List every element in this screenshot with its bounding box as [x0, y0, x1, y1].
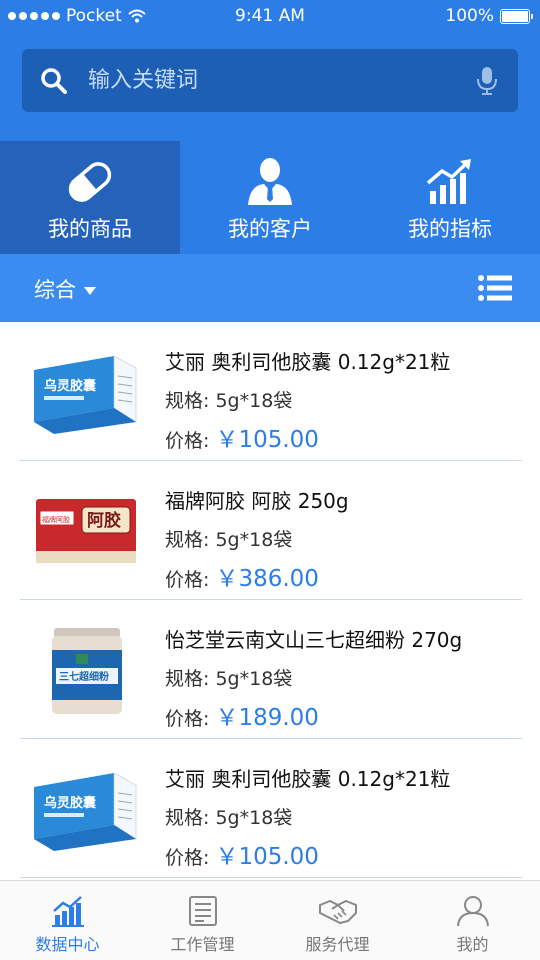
battery-label: 100% — [445, 6, 494, 26]
product-spec: 规格: 5g*18袋 — [165, 525, 292, 552]
header: Pocket 9:41 AM 100% 输入关键词 我的商品 我的客户 我的指标… — [0, 0, 540, 322]
product-image: 乌灵胶囊 — [34, 355, 137, 434]
tabbar-item-service-agent[interactable]: 服务代理 — [270, 881, 405, 960]
status-bar: Pocket 9:41 AM 100% — [0, 0, 540, 34]
tabbar-item-profile[interactable]: 我的 — [405, 881, 540, 960]
price-label: 价格: — [165, 708, 210, 730]
spec-value: 5g*18袋 — [215, 390, 293, 412]
microphone-icon[interactable] — [476, 66, 498, 96]
search-icon[interactable] — [40, 67, 68, 95]
chart-trend-icon — [426, 159, 471, 204]
product-item[interactable]: 三七超细粉 怡芝堂云南文山三七超细粉 270g 规格: 5g*18袋 价格: ￥… — [0, 600, 540, 739]
product-spec: 规格: 5g*18袋 — [165, 664, 292, 691]
product-name: 福牌阿胶 阿胶 250g — [165, 489, 349, 513]
data-center-icon — [51, 896, 84, 927]
product-price: 价格: ￥105.00 — [165, 420, 319, 454]
product-image: 三七超细粉 — [52, 628, 122, 714]
price-value: ￥189.00 — [215, 705, 319, 731]
product-name: 艾丽 奥利司他胶囊 0.12g*21粒 — [165, 350, 451, 374]
work-list-icon — [188, 896, 217, 926]
tabbar-label: 工作管理 — [170, 935, 235, 954]
sort-dropdown[interactable]: 综合 — [34, 274, 96, 304]
tab-my-customers[interactable]: 我的客户 — [180, 141, 360, 254]
spec-label: 规格: — [165, 529, 210, 551]
price-value: ￥105.00 — [215, 844, 319, 870]
product-image-label: 乌灵胶囊 — [44, 795, 97, 811]
tab-my-indicators[interactable]: 我的指标 — [360, 141, 540, 254]
product-image: 福牌阿胶 阿胶 — [36, 499, 136, 563]
product-spec: 规格: 5g*18袋 — [165, 803, 292, 830]
price-label: 价格: — [165, 430, 210, 452]
tabbar-label: 数据中心 — [35, 935, 100, 954]
spec-value: 5g*18袋 — [215, 807, 293, 829]
list-view-icon[interactable] — [478, 274, 512, 302]
product-price: 价格: ￥105.00 — [165, 837, 319, 871]
spec-label: 规格: — [165, 668, 210, 690]
caret-down-icon — [84, 286, 96, 295]
tab-label: 我的客户 — [228, 217, 312, 241]
product-image: 乌灵胶囊 — [34, 772, 137, 851]
tab-my-products[interactable]: 我的商品 — [0, 141, 180, 254]
spec-value: 5g*18袋 — [215, 668, 293, 690]
tab-label: 我的商品 — [48, 217, 132, 241]
product-spec: 规格: 5g*18袋 — [165, 386, 292, 413]
product-name: 艾丽 奥利司他胶囊 0.12g*21粒 — [165, 767, 451, 791]
tab-label: 我的指标 — [408, 217, 492, 241]
bottom-tab-bar: 数据中心 工作管理 服务代理 我的 — [0, 880, 540, 960]
tabbar-item-data-center[interactable]: 数据中心 — [0, 881, 135, 960]
product-image-label: 乌灵胶囊 — [44, 378, 97, 394]
product-item[interactable]: 福牌阿胶 阿胶 福牌阿胶 阿胶 250g 规格: 5g*18袋 价格: ￥386… — [0, 461, 540, 600]
price-value: ￥105.00 — [215, 427, 319, 453]
product-price: 价格: ￥386.00 — [165, 559, 319, 593]
category-tabs: 我的商品 我的客户 我的指标 — [0, 141, 540, 254]
price-label: 价格: — [165, 847, 210, 869]
handshake-icon — [318, 900, 357, 924]
product-image-sublabel: 福牌阿胶 — [42, 515, 70, 524]
tabbar-item-work-management[interactable]: 工作管理 — [135, 881, 270, 960]
tabbar-label: 我的 — [456, 935, 489, 954]
product-image-label: 三七超细粉 — [59, 670, 109, 683]
spec-label: 规格: — [165, 390, 210, 412]
customer-icon — [248, 158, 292, 205]
tabbar-label: 服务代理 — [305, 935, 370, 954]
price-value: ￥386.00 — [215, 566, 319, 592]
product-image-label: 阿胶 — [87, 510, 121, 531]
pill-icon — [68, 162, 112, 202]
spec-label: 规格: — [165, 807, 210, 829]
status-right: 100% — [445, 6, 533, 26]
profile-icon — [456, 896, 489, 927]
price-label: 价格: — [165, 569, 210, 591]
spec-value: 5g*18袋 — [215, 529, 293, 551]
product-price: 价格: ￥189.00 — [165, 698, 319, 732]
product-name: 怡芝堂云南文山三七超细粉 270g — [165, 628, 463, 652]
filter-bar: 综合 — [0, 254, 540, 322]
product-list: 乌灵胶囊 艾丽 奥利司他胶囊 0.12g*21粒 规格: 5g*18袋 价格: … — [0, 322, 540, 880]
battery-icon — [500, 8, 533, 24]
product-item[interactable]: 乌灵胶囊 艾丽 奥利司他胶囊 0.12g*21粒 规格: 5g*18袋 价格: … — [0, 739, 540, 878]
search-input[interactable] — [88, 49, 468, 112]
sort-label: 综合 — [34, 278, 76, 302]
search-bar[interactable] — [22, 49, 518, 112]
product-item[interactable]: 乌灵胶囊 艾丽 奥利司他胶囊 0.12g*21粒 规格: 5g*18袋 价格: … — [0, 322, 540, 461]
